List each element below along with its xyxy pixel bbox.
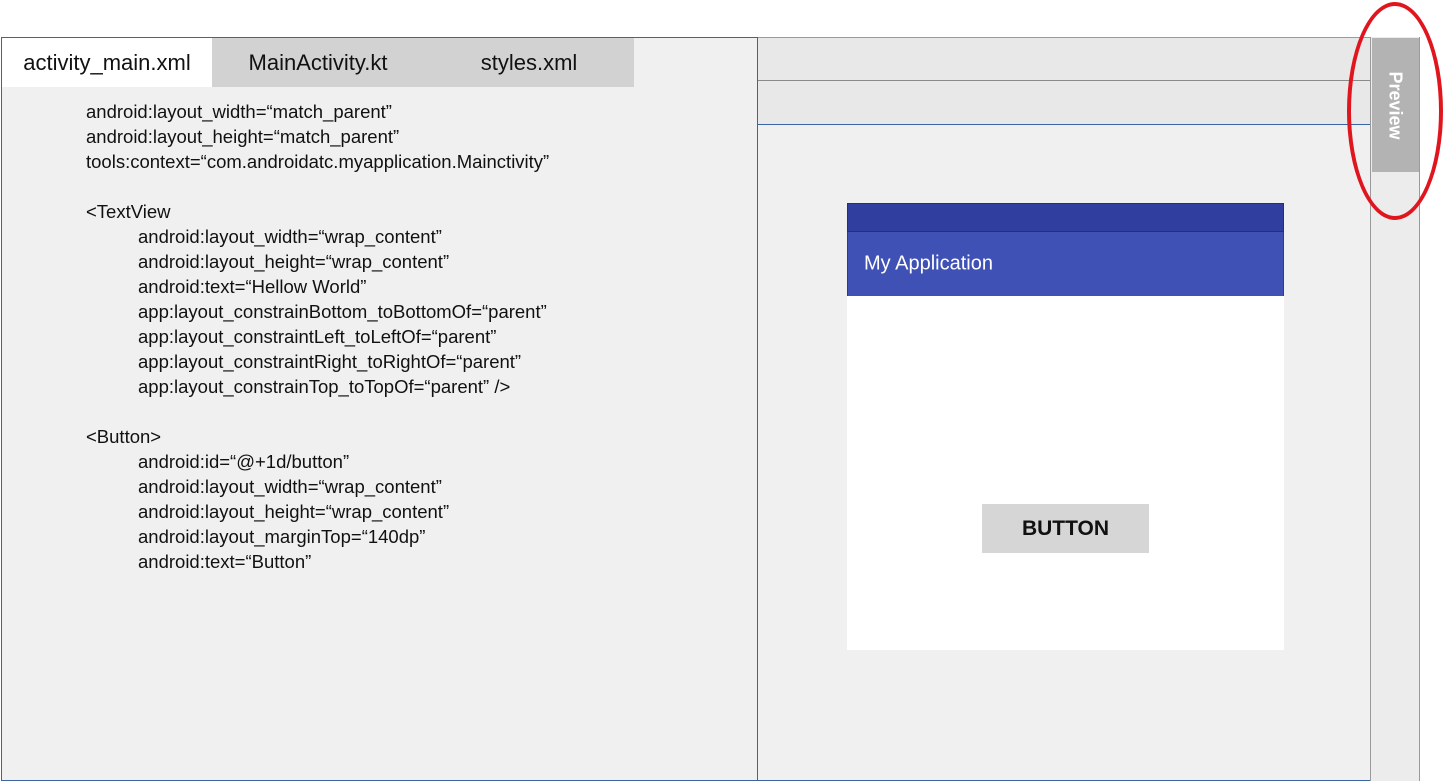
code-line: android:layout_height=“match_parent” bbox=[86, 126, 400, 147]
code-line: tools:context=“com.androidatc.myapplicat… bbox=[86, 151, 550, 172]
code-line: android:text=“Hellow World” bbox=[138, 276, 367, 297]
code-line: app:layout_constraintLeft_toLeftOf=“pare… bbox=[138, 326, 497, 347]
code-editor-panel: activity_main.xml MainActivity.kt styles… bbox=[1, 37, 758, 781]
preview-side-tab[interactable]: Preview bbox=[1372, 38, 1419, 172]
code-line: android:layout_width=“match_parent” bbox=[86, 101, 392, 122]
code-line: android:layout_width=“wrap_content” bbox=[138, 476, 442, 497]
preview-button[interactable]: BUTTON bbox=[982, 504, 1149, 553]
code-line: app:layout_constrainTop_toTopOf=“parent”… bbox=[138, 376, 511, 397]
code-line: <TextView bbox=[86, 201, 171, 222]
tab-styles-xml[interactable]: styles.xml bbox=[424, 38, 634, 87]
tab-mainactivity-kt[interactable]: MainActivity.kt bbox=[212, 38, 424, 87]
tab-activity-main-xml[interactable]: activity_main.xml bbox=[2, 38, 212, 87]
code-text-area[interactable]: android:layout_width=“match_parent”andro… bbox=[86, 99, 549, 574]
code-line: android:id=“@+1d/button” bbox=[138, 451, 350, 472]
device-preview: My Application BUTTON bbox=[847, 203, 1284, 650]
preview-toolbar-top bbox=[758, 38, 1371, 81]
preview-panel: My Application BUTTON bbox=[758, 37, 1371, 781]
app-title: My Application bbox=[864, 252, 993, 275]
code-line: <Button> bbox=[86, 426, 162, 447]
code-line: app:layout_constrainBottom_toBottomOf=“p… bbox=[138, 301, 547, 322]
app-toolbar: My Application bbox=[847, 232, 1284, 296]
code-line: android:layout_width=“wrap_content” bbox=[138, 226, 442, 247]
code-line: android:text=“Button” bbox=[138, 551, 312, 572]
device-status-bar bbox=[847, 203, 1284, 232]
code-line: android:layout_height=“wrap_content” bbox=[138, 251, 450, 272]
code-line: app:layout_constraintRight_toRightOf=“pa… bbox=[138, 351, 522, 372]
editor-tab-bar: activity_main.xml MainActivity.kt styles… bbox=[2, 38, 634, 87]
code-line: android:layout_height=“wrap_content” bbox=[138, 501, 450, 522]
preview-side-tab-label: Preview bbox=[1386, 70, 1407, 140]
preview-toolbar-secondary bbox=[758, 81, 1371, 125]
ide-window: activity_main.xml MainActivity.kt styles… bbox=[0, 0, 1446, 782]
code-line: android:layout_marginTop=“140dp” bbox=[138, 526, 426, 547]
